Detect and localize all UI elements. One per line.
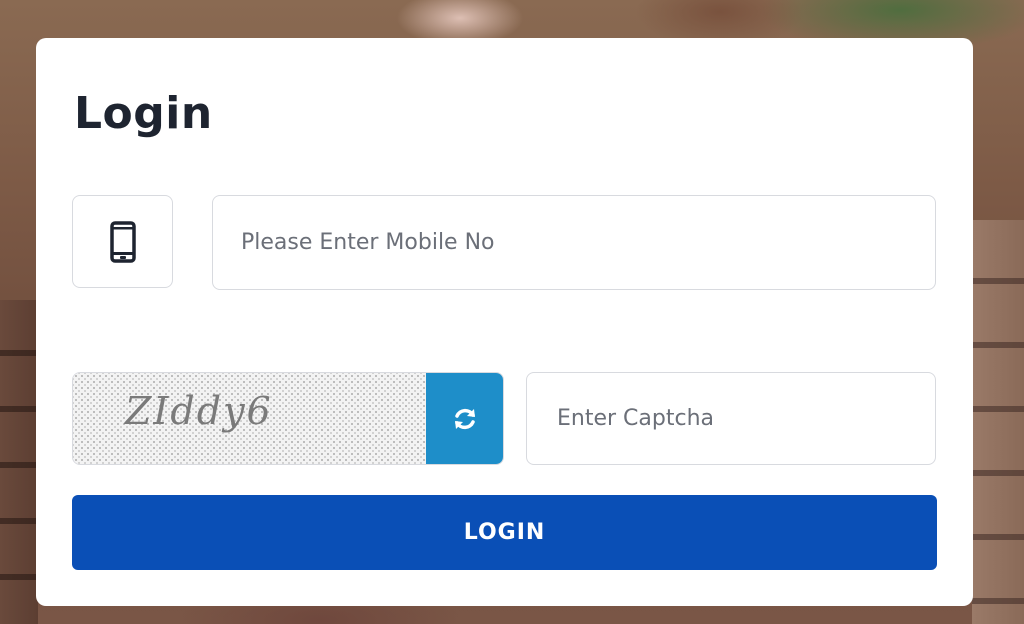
captcha-image: ZIddy6 <box>73 373 426 464</box>
mobile-phone-icon <box>109 220 136 263</box>
mobile-icon-addon <box>72 195 173 288</box>
mobile-number-input[interactable] <box>212 195 936 290</box>
login-button[interactable]: LOGIN <box>72 495 937 570</box>
background-bricks-right <box>972 220 1024 624</box>
captcha-container: ZIddy6 <box>72 372 504 465</box>
captcha-text: ZIddy6 <box>125 389 273 433</box>
captcha-input[interactable] <box>526 372 936 465</box>
refresh-icon <box>454 408 475 429</box>
login-card: Login ZIddy6 LOGIN <box>36 38 973 606</box>
login-title: Login <box>74 88 213 139</box>
background-bricks-left <box>0 300 38 624</box>
captcha-refresh-button[interactable] <box>426 373 503 464</box>
